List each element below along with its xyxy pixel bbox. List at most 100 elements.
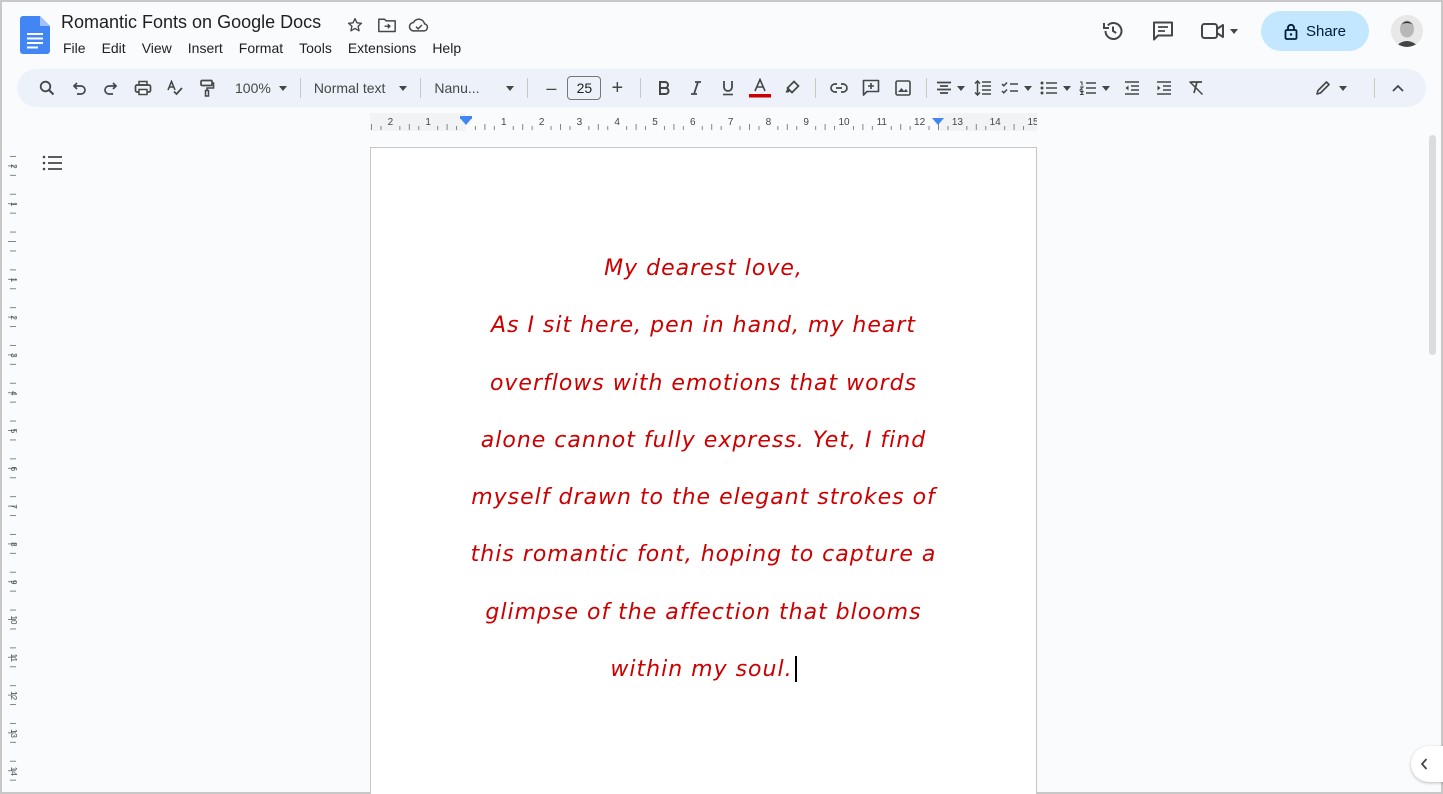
image-icon	[895, 80, 912, 96]
body-line: glimpse of the affection that blooms	[485, 599, 922, 625]
underline-button[interactable]	[714, 74, 742, 102]
ruler-label: 8	[9, 542, 18, 547]
ruler-label: 11	[9, 654, 18, 663]
toolbar-divider	[420, 78, 422, 98]
decrease-font-size-button[interactable]: –	[537, 74, 565, 102]
text-color-button[interactable]	[746, 74, 774, 102]
ruler-label: 8	[766, 117, 772, 128]
minus-icon: –	[546, 77, 557, 98]
text-cursor	[794, 656, 797, 683]
font-size-input[interactable]: 25	[567, 76, 602, 100]
editing-mode-button[interactable]	[1315, 74, 1347, 102]
print-icon	[134, 80, 152, 96]
spellcheck-icon	[167, 80, 183, 96]
insert-image-button[interactable]	[889, 74, 917, 102]
toolbar-divider	[299, 78, 301, 98]
menu-insert[interactable]: Insert	[180, 38, 231, 58]
ruler-label: 5	[9, 429, 18, 434]
bulleted-list-button[interactable]	[1040, 74, 1072, 102]
ruler-label: 13	[9, 729, 18, 738]
share-button[interactable]: Share	[1261, 11, 1369, 51]
paint-format-button[interactable]	[193, 74, 221, 102]
video-call-button[interactable]	[1193, 11, 1245, 51]
menu-tools[interactable]: Tools	[291, 38, 340, 58]
clear-formatting-button[interactable]	[1182, 74, 1210, 102]
horizontal-ruler[interactable]: 2 1 1 2 3 4 5 6 7 8 9 10 11 12 13 14 15	[370, 113, 1037, 131]
zoom-select[interactable]: 100%	[229, 80, 293, 96]
history-icon[interactable]	[1093, 11, 1133, 51]
pencil-icon	[1316, 81, 1330, 95]
document-title[interactable]: Romantic Fonts on Google Docs	[61, 12, 321, 33]
font-select[interactable]: Nanu...	[428, 80, 520, 96]
paint-format-icon	[200, 79, 215, 97]
title-bar: Romantic Fonts on Google Docs File Edit …	[2, 2, 1441, 66]
ruler-label: 7	[9, 504, 18, 509]
search-menus-button[interactable]	[33, 74, 61, 102]
print-button[interactable]	[129, 74, 157, 102]
vertical-ruler[interactable]: 211234567891011121314	[4, 142, 18, 792]
avatar[interactable]	[1391, 15, 1423, 47]
menu-format[interactable]: Format	[231, 38, 291, 58]
link-icon	[830, 83, 849, 93]
document-page[interactable]: My dearest love, As I sit here, pen in h…	[370, 147, 1037, 794]
folder-move-icon[interactable]	[376, 14, 398, 36]
toolbar-divider	[1374, 78, 1375, 98]
docs-logo-icon[interactable]	[20, 16, 50, 54]
highlight-color-button[interactable]	[778, 74, 806, 102]
first-line-indent-marker[interactable]	[460, 116, 472, 119]
menu-view[interactable]: View	[134, 38, 180, 58]
font-value: Nanu...	[434, 80, 480, 96]
body-line-last: within my soul.	[371, 651, 1036, 708]
redo-button[interactable]	[97, 74, 125, 102]
ruler-label: 12	[9, 691, 18, 700]
ruler-label: 2	[9, 164, 18, 169]
text-color-icon	[749, 78, 772, 98]
body-line: alone cannot fully express. Yet, I find	[480, 427, 927, 453]
menu-help[interactable]: Help	[424, 38, 469, 58]
increase-font-size-button[interactable]: +	[603, 74, 631, 102]
chevron-down-icon	[399, 85, 408, 91]
cloud-saved-icon[interactable]	[408, 14, 430, 36]
body-line: myself drawn to the elegant strokes of	[471, 485, 936, 511]
ruler-label: 4	[9, 391, 18, 396]
add-comment-button[interactable]	[857, 74, 885, 102]
toolbar-divider	[527, 78, 529, 98]
style-select[interactable]: Normal text	[308, 80, 414, 96]
checklist-button[interactable]	[1001, 74, 1033, 102]
chevron-down-icon	[506, 85, 515, 91]
chevron-down-icon	[1063, 85, 1072, 91]
ruler-label: 9	[803, 117, 809, 128]
bulleted-list-icon	[1040, 81, 1058, 95]
align-button[interactable]	[936, 74, 966, 102]
ruler-label: 9	[9, 580, 18, 585]
ruler-label: 1	[425, 117, 431, 128]
star-icon[interactable]	[344, 14, 366, 36]
insert-link-button[interactable]	[825, 74, 853, 102]
spellcheck-button[interactable]	[161, 74, 189, 102]
document-outline-button[interactable]	[42, 154, 64, 177]
increase-indent-icon	[1157, 81, 1172, 95]
ruler-label: 1	[9, 278, 18, 283]
decrease-indent-button[interactable]	[1118, 74, 1146, 102]
increase-indent-button[interactable]	[1150, 74, 1178, 102]
comment-icon[interactable]	[1143, 11, 1183, 51]
ruler-label: 1	[9, 202, 18, 207]
menu-edit[interactable]: Edit	[94, 38, 134, 58]
line-spacing-button[interactable]	[969, 74, 997, 102]
vertical-scrollbar[interactable]	[1429, 135, 1436, 355]
body-line: overflows with emotions that words	[489, 370, 918, 396]
document-body[interactable]: My dearest love, As I sit here, pen in h…	[371, 250, 1036, 708]
undo-button[interactable]	[65, 74, 93, 102]
menu-file[interactable]: File	[55, 38, 94, 58]
italic-button[interactable]	[682, 74, 710, 102]
ruler-label: 10	[9, 616, 18, 625]
share-label: Share	[1305, 22, 1347, 40]
hide-menus-button[interactable]	[1384, 74, 1412, 102]
underline-icon	[723, 81, 734, 96]
side-panel-toggle[interactable]	[1411, 746, 1443, 782]
bold-button[interactable]	[650, 74, 678, 102]
search-icon	[39, 80, 55, 96]
menu-extensions[interactable]: Extensions	[340, 38, 424, 58]
ruler-label: 5	[652, 117, 658, 128]
numbered-list-button[interactable]	[1079, 74, 1111, 102]
